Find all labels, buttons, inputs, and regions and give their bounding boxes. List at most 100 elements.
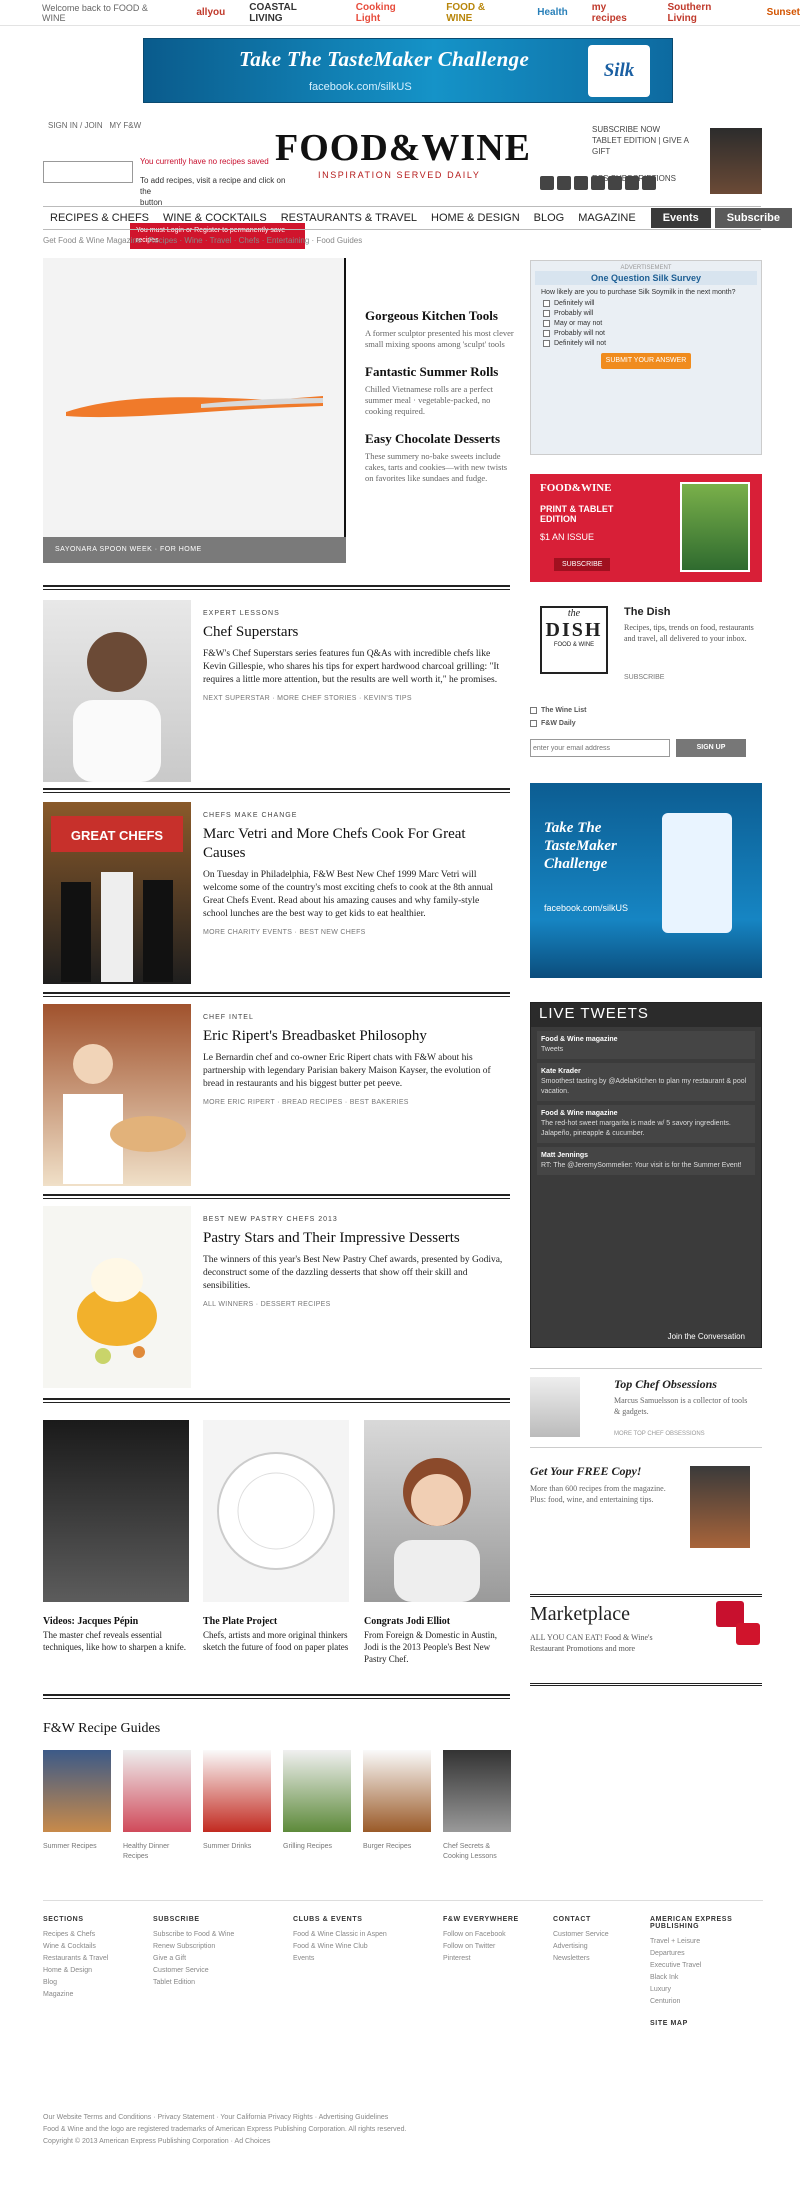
footer-link[interactable]: Centurion: [650, 1996, 762, 2008]
tweet-item[interactable]: Matt Jennings RT: The @JeremySommelier: Y…: [537, 1147, 755, 1175]
guide-image[interactable]: [283, 1750, 351, 1832]
nav-home-design[interactable]: HOME & DESIGN: [424, 212, 527, 224]
print-tablet-ad[interactable]: FOOD&WINE PRINT & TABLET EDITION $1 AN I…: [530, 474, 762, 582]
footer-link[interactable]: Wine & Cocktails: [43, 1941, 153, 1953]
guide-item[interactable]: Burger Recipes: [363, 1750, 431, 1852]
story-thumbnail[interactable]: [43, 1004, 191, 1186]
search-input[interactable]: [43, 161, 133, 183]
instagram-icon[interactable]: [591, 176, 605, 190]
survey-submit-button[interactable]: SUBMIT YOUR ANSWER: [601, 353, 691, 369]
events-button[interactable]: Events: [650, 208, 711, 228]
footer-link[interactable]: Restaurants & Travel: [43, 1953, 153, 1965]
twitter-icon[interactable]: [557, 176, 571, 190]
brand-link-cookinglight[interactable]: Cooking Light: [356, 2, 422, 24]
checkbox-icon[interactable]: [530, 720, 537, 727]
footer-link[interactable]: Departures: [650, 1948, 762, 1960]
story-thumbnail[interactable]: [43, 1206, 191, 1388]
guide-item[interactable]: Healthy Dinner Recipes: [123, 1750, 191, 1862]
story-links[interactable]: MORE ERIC RIPERT · BREAD RECIPES · BEST …: [203, 1099, 503, 1106]
story-title[interactable]: Chef Superstars: [203, 623, 503, 642]
footer-link[interactable]: Subscribe to Food & Wine: [153, 1929, 263, 1941]
footer-link[interactable]: Recipes & Chefs: [43, 1929, 153, 1941]
footer-link[interactable]: Newsletters: [553, 1953, 643, 1965]
radio-icon[interactable]: [543, 300, 550, 307]
radio-icon[interactable]: [543, 320, 550, 327]
sub-nav[interactable]: Get Food & Wine Magazine · Recipes · Win…: [43, 236, 362, 245]
guide-label[interactable]: Summer Recipes: [43, 1842, 111, 1852]
story-thumbnail[interactable]: GREAT CHEFS: [43, 802, 191, 984]
footer-link[interactable]: Luxury: [650, 1984, 762, 1996]
guide-item[interactable]: Chef Secrets & Cooking Lessons: [443, 1750, 511, 1862]
footer-link[interactable]: Travel + Leisure: [650, 1936, 762, 1948]
card-jacques-pepin[interactable]: Videos: Jacques Pépin The master chef re…: [43, 1420, 189, 1653]
radio-icon[interactable]: [543, 330, 550, 337]
cookbook-cover-image[interactable]: [690, 1466, 750, 1548]
footer-link[interactable]: Tablet Edition: [153, 1977, 263, 1989]
checkbox-icon[interactable]: [530, 707, 537, 714]
subscribe-now-link[interactable]: SUBSCRIBE NOW: [592, 124, 707, 135]
card-jodi-elliot[interactable]: Congrats Jodi Elliot From Foreign & Dome…: [364, 1420, 510, 1665]
brand-link-sunset[interactable]: Sunset: [767, 7, 800, 18]
guide-image[interactable]: [123, 1750, 191, 1832]
guide-image[interactable]: [203, 1750, 271, 1832]
radio-icon[interactable]: [543, 340, 550, 347]
guide-label[interactable]: Healthy Dinner Recipes: [123, 1842, 191, 1862]
myfw-link[interactable]: MY F&W: [109, 121, 141, 130]
guide-image[interactable]: [43, 1750, 111, 1832]
brand-link-coastal[interactable]: COASTAL LIVING: [249, 2, 332, 24]
story-title[interactable]: Eric Ripert's Breadbasket Philosophy: [203, 1027, 503, 1046]
brand-link-foodwine[interactable]: FOOD & WINE: [446, 2, 513, 24]
footer-link[interactable]: Follow on Twitter: [443, 1941, 553, 1953]
obsess-title[interactable]: Top Chef Obsessions: [614, 1377, 717, 1392]
guide-label[interactable]: Chef Secrets & Cooking Lessons: [443, 1842, 511, 1862]
footer-link[interactable]: Food & Wine Wine Club: [293, 1941, 423, 1953]
site-logo[interactable]: FOOD&WINE: [275, 126, 531, 170]
footer-link[interactable]: Blog: [43, 1977, 153, 1989]
footer-link[interactable]: Give a Gift: [153, 1953, 263, 1965]
footer-link[interactable]: Magazine: [43, 1989, 153, 2001]
brand-link-health[interactable]: Health: [537, 7, 568, 18]
tweet-item[interactable]: Food & Wine magazine The red-hot sweet ma…: [537, 1105, 755, 1143]
signin-link[interactable]: SIGN IN / JOIN: [48, 121, 103, 130]
survey-option[interactable]: Probably will: [543, 310, 749, 317]
story-thumbnail[interactable]: [43, 600, 191, 782]
guide-label[interactable]: Burger Recipes: [363, 1842, 431, 1852]
chef-image[interactable]: [530, 1377, 580, 1437]
guide-item[interactable]: Summer Recipes: [43, 1750, 111, 1852]
brand-link-southernliving[interactable]: Southern Living: [667, 2, 742, 24]
guide-image[interactable]: [443, 1750, 511, 1832]
footer-link[interactable]: Home & Design: [43, 1965, 153, 1977]
banner-ad[interactable]: Take The TasteMaker Challenge facebook.c…: [143, 38, 673, 103]
nav-blog[interactable]: BLOG: [527, 212, 572, 224]
card-image[interactable]: [364, 1420, 510, 1602]
tablet-gift-links[interactable]: TABLET EDITION | GIVE A GIFT: [592, 135, 707, 157]
googleplus-icon[interactable]: [625, 176, 639, 190]
newsletter-option[interactable]: F&W Daily: [530, 720, 762, 727]
obsess-more-link[interactable]: MORE TOP CHEF OBSESSIONS: [614, 1431, 705, 1437]
survey-option[interactable]: Definitely will: [543, 300, 749, 307]
guide-item[interactable]: Grilling Recipes: [283, 1750, 351, 1852]
card-plate-project[interactable]: The Plate Project Chefs, artists and mor…: [203, 1420, 349, 1653]
dish-subscribe-link[interactable]: SUBSCRIBE: [624, 674, 664, 681]
footer-link[interactable]: Advertising: [553, 1941, 643, 1953]
signup-button[interactable]: SIGN UP: [676, 739, 746, 757]
hero-feature[interactable]: SAYONARA SPOON WEEK · FOR HOME: [43, 258, 346, 563]
nav-recipes-chefs[interactable]: RECIPES & CHEFS: [43, 212, 156, 224]
join-conversation-link[interactable]: Join the Conversation: [668, 1332, 745, 1341]
tweet-item[interactable]: Food & Wine magazine Tweets: [537, 1031, 755, 1059]
footer-link[interactable]: Events: [293, 1953, 423, 1965]
footer-link[interactable]: Pinterest: [443, 1953, 553, 1965]
sitemap-link[interactable]: SITE MAP: [650, 2020, 762, 2027]
subscribe-button[interactable]: Subscribe: [714, 208, 792, 228]
footer-link[interactable]: Executive Travel: [650, 1960, 762, 1972]
brand-link-myrecipes[interactable]: my recipes: [592, 2, 644, 24]
silk-sidebar-ad[interactable]: Take The TasteMaker Challenge facebook.c…: [530, 783, 762, 978]
legal-links[interactable]: Our Website Terms and Conditions · Priva…: [43, 2112, 763, 2124]
survey-option[interactable]: May or may not: [543, 320, 749, 327]
email-field[interactable]: [530, 739, 670, 757]
footer-link[interactable]: Renew Subscription: [153, 1941, 263, 1953]
card-image[interactable]: [43, 1420, 189, 1602]
footer-link[interactable]: Black Ink: [650, 1972, 762, 1984]
footer-link[interactable]: Customer Service: [553, 1929, 643, 1941]
story-links[interactable]: NEXT SUPERSTAR · MORE CHEF STORIES · KEV…: [203, 695, 503, 702]
